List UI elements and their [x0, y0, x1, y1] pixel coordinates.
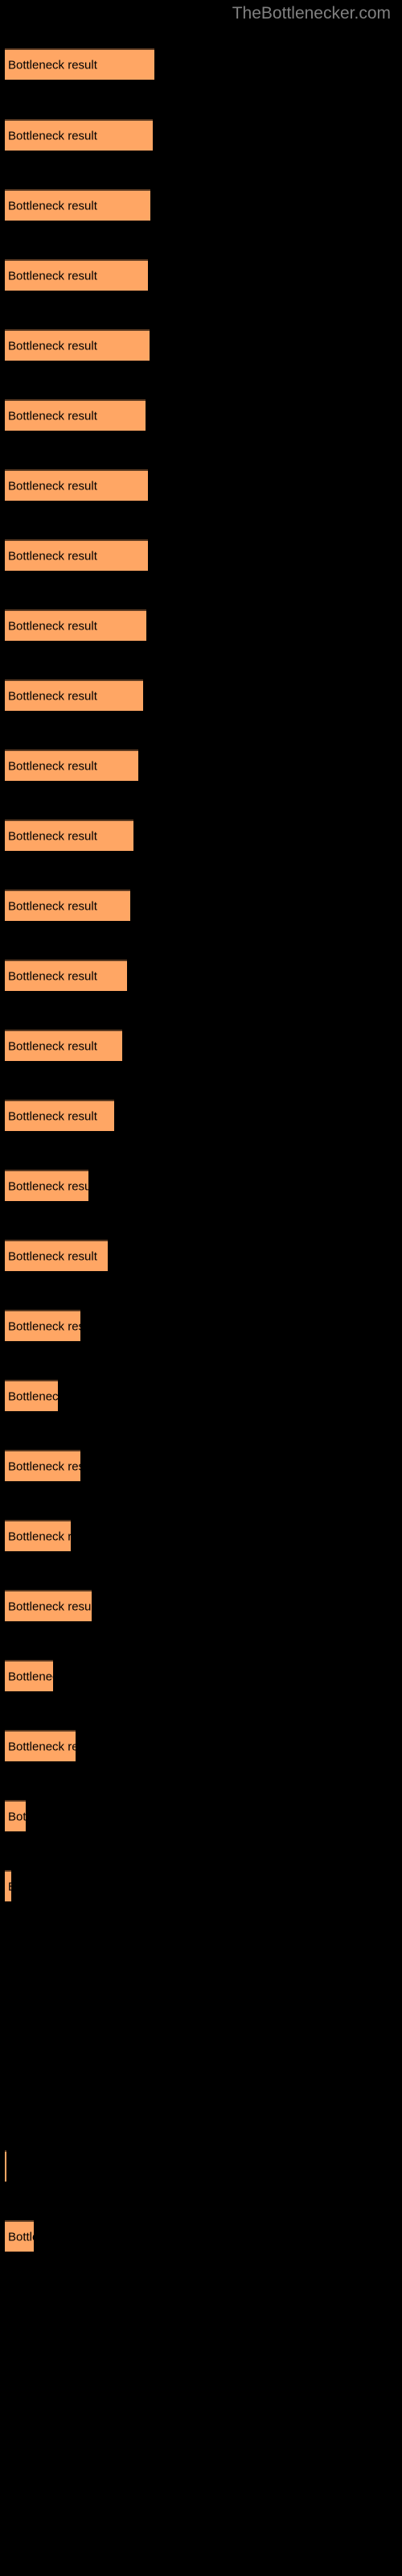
bar[interactable]: Bottleneck result [5, 1870, 11, 1901]
bar-row: Bottleneck result [0, 48, 402, 80]
bar-row: Bottleneck result [0, 2010, 402, 2041]
bar-row: Bottleneck result [0, 679, 402, 711]
bar-label: Bottleneck result [8, 58, 97, 72]
bar-row: Bottleneck result [0, 2430, 402, 2462]
bar-label: Bottleneck result [8, 549, 97, 563]
bottleneck-bar-chart: TheBottlenecker.com Bottleneck result Bot… [0, 0, 402, 2576]
bar-row: Bottleneck result [0, 399, 402, 431]
bar-label: Bottleneck result [8, 759, 97, 773]
bar-label: Bottleneck result [8, 2230, 34, 2244]
bar[interactable]: Bottleneck result [5, 1170, 88, 1201]
bar-row: Bottleneck result [0, 539, 402, 571]
bar[interactable]: Bottleneck result [5, 1660, 53, 1691]
bar-row: Bottleneck result [0, 1520, 402, 1551]
bar[interactable]: Bottleneck result [5, 2150, 6, 2182]
bar-label: Bottleneck result [8, 1880, 11, 1893]
bar-row: Bottleneck result [0, 1170, 402, 1201]
bar[interactable]: Bottleneck result [5, 1380, 58, 1411]
bar-row: Bottleneck result [0, 2150, 402, 2182]
bar-row: Bottleneck result [0, 749, 402, 781]
bar-label: Bottleneck result [8, 1039, 97, 1053]
bar[interactable]: Bottleneck result [5, 679, 143, 711]
bar-row: Bottleneck result [0, 1590, 402, 1621]
bar[interactable]: Bottleneck result [5, 119, 153, 151]
bar-label: Bottleneck result [8, 1459, 80, 1473]
bar[interactable]: Bottleneck result [5, 1520, 71, 1551]
bar-row: Bottleneck result [0, 1870, 402, 1901]
bar[interactable]: Bottleneck result [5, 539, 148, 571]
bar-label: Bottleneck result [8, 269, 97, 283]
bar[interactable]: Bottleneck result [5, 749, 138, 781]
bar-row: Bottleneck result [0, 189, 402, 221]
bar-row: Bottleneck result [0, 329, 402, 361]
bar-label: Bottleneck result [8, 1389, 58, 1403]
bar[interactable]: Bottleneck result [5, 469, 148, 501]
bar[interactable]: Bottleneck result [5, 960, 127, 991]
bar-label: Bottleneck result [8, 1179, 88, 1193]
bar[interactable]: Bottleneck result [5, 259, 148, 291]
bar-row: Bottleneck result [0, 960, 402, 991]
bar-row: Bottleneck result [0, 609, 402, 641]
bar-row: Bottleneck result [0, 1660, 402, 1691]
bar-label: Bottleneck result [8, 1319, 80, 1333]
bar-row: Bottleneck result [0, 119, 402, 151]
bar[interactable]: Bottleneck result [5, 819, 133, 851]
bar[interactable]: Bottleneck result [5, 1310, 80, 1341]
bar-label: Bottleneck result [8, 479, 97, 493]
bar-row: Bottleneck result [0, 1100, 402, 1131]
bar[interactable]: Bottleneck result [5, 1450, 80, 1481]
bar-row: Bottleneck result [0, 469, 402, 501]
bar-row: Bottleneck result [0, 1800, 402, 1831]
bar-label: Bottleneck result [8, 1670, 53, 1683]
bar-row: Bottleneck result [0, 259, 402, 291]
bar-label: Bottleneck result [8, 199, 97, 213]
bar-label: Bottleneck result [8, 409, 97, 423]
bar-label: Bottleneck result [8, 1810, 26, 1823]
bar[interactable]: Bottleneck result [5, 329, 150, 361]
bar[interactable]: Bottleneck result [5, 189, 150, 221]
bar-label: Bottleneck result [8, 129, 97, 142]
bar[interactable]: Bottleneck result [5, 1590, 92, 1621]
bar-row: Bottleneck result [0, 1730, 402, 1761]
bar[interactable]: Bottleneck result [5, 1730, 76, 1761]
bar[interactable]: Bottleneck result [5, 48, 154, 80]
bar[interactable]: Bottleneck result [5, 1800, 26, 1831]
bar-label: Bottleneck result [8, 1600, 92, 1613]
bar[interactable]: Bottleneck result [5, 2220, 34, 2252]
bar-label: Bottleneck result [8, 1249, 97, 1263]
bar-label: Bottleneck result [8, 969, 97, 983]
bar-label: Bottleneck result [8, 619, 97, 633]
bar-label: Bottleneck result [8, 829, 97, 843]
bar-label: Bottleneck result [8, 1740, 76, 1753]
bar-label: Bottleneck result [8, 339, 97, 353]
bar-label: Bottleneck result [8, 1530, 71, 1543]
bar[interactable]: Bottleneck result [5, 1100, 114, 1131]
bar[interactable]: Bottleneck result [5, 1030, 122, 1061]
page-title: TheBottlenecker.com [232, 4, 391, 23]
bar-row: Bottleneck result [0, 890, 402, 921]
bar[interactable]: Bottleneck result [5, 609, 146, 641]
bar-row: Bottleneck result [0, 2290, 402, 2322]
bar-label: Bottleneck result [8, 689, 97, 703]
bar-row: Bottleneck result [0, 1380, 402, 1411]
bar[interactable]: Bottleneck result [5, 1240, 108, 1271]
bar-row: Bottleneck result [0, 2080, 402, 2112]
bar-row: Bottleneck result [0, 1310, 402, 1341]
bar[interactable]: Bottleneck result [5, 890, 130, 921]
bar-label: Bottleneck result [8, 1109, 97, 1123]
bar-row: Bottleneck result [0, 819, 402, 851]
bar-label: Bottleneck result [8, 899, 97, 913]
bar-row: Bottleneck result [0, 1240, 402, 1271]
bar-row: Bottleneck result [0, 1450, 402, 1481]
bar-row: Bottleneck result [0, 2220, 402, 2252]
bar[interactable]: Bottleneck result [5, 399, 146, 431]
bar-row: Bottleneck result [0, 1940, 402, 1971]
bar-row: Bottleneck result [0, 1030, 402, 1061]
